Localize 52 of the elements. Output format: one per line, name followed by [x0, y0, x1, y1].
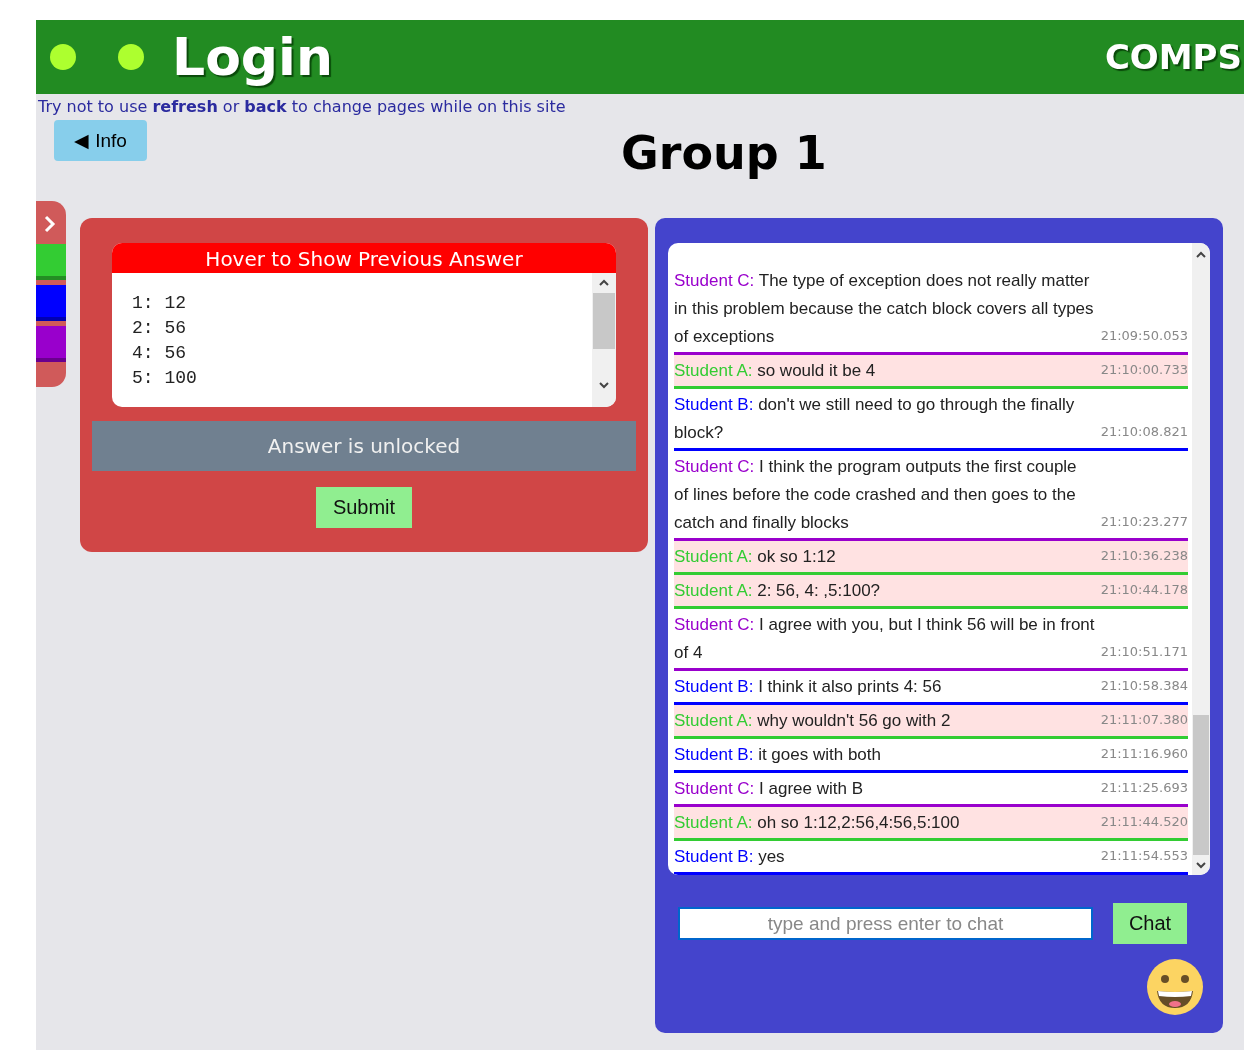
answer-line: 2: 56 — [132, 317, 187, 340]
message-time: 21:10:08.821 — [1100, 424, 1188, 441]
answer-status: Answer is unlocked — [92, 421, 636, 471]
chevron-down-icon[interactable] — [1195, 859, 1207, 871]
submit-button[interactable]: Submit — [316, 487, 412, 528]
chat-input[interactable]: type and press enter to chat — [678, 907, 1093, 940]
message-text: Student A: why wouldn't 56 go with 2 — [674, 710, 952, 732]
message-text: Student C: I agree with you, but I think 56 will be in front of 4 — [674, 614, 1095, 664]
message-time: 21:09:50.053 — [1100, 328, 1188, 345]
message-text: Student A: 2: 56, 4: ,5:100? — [674, 580, 882, 602]
scroll-thumb[interactable] — [593, 293, 615, 349]
message-text: Student C: I agree with B — [674, 778, 864, 800]
answer-line: 5: 100 — [132, 367, 198, 390]
message-time: 21:11:44.520 — [1100, 814, 1188, 831]
message-time: 21:10:51.171 — [1100, 644, 1188, 661]
brand-name: COMPS — [1104, 37, 1242, 77]
smiley-icon[interactable] — [1146, 958, 1204, 1016]
chevron-down-icon[interactable] — [598, 379, 610, 391]
side-tab[interactable] — [36, 285, 66, 321]
message-text: Student B: I think it also prints 4: 56 — [674, 676, 943, 698]
message-time: 21:11:25.693 — [1100, 780, 1188, 797]
message-text: Student A: oh so 1:12,2:56,4:56,5:100 — [674, 812, 961, 834]
message-time: 21:10:44.178 — [1100, 582, 1188, 599]
scroll-thumb[interactable] — [1193, 715, 1209, 855]
notice-text: Try not to use refresh or back to change pages while on this site — [37, 96, 567, 116]
group-title: Group 1 — [621, 126, 827, 180]
message-time: 21:10:36.238 — [1100, 548, 1188, 565]
side-tab[interactable] — [36, 244, 66, 280]
message-text: Student A: so would it be 4 — [674, 360, 877, 382]
chat-button[interactable]: Chat — [1113, 903, 1187, 944]
answer-line: 4: 56 — [132, 342, 187, 365]
status-dot — [50, 44, 76, 70]
message-text: Student B: yes — [674, 846, 786, 868]
side-tab[interactable] — [36, 326, 66, 362]
message-time: 21:10:00.733 — [1100, 362, 1188, 379]
scrollbar[interactable] — [1192, 243, 1210, 875]
message-time: 21:11:07.380 — [1100, 712, 1188, 729]
info-button[interactable]: ◀ Info — [54, 120, 147, 161]
status-dot — [118, 44, 144, 70]
answer-header[interactable]: Hover to Show Previous Answer — [112, 243, 616, 273]
chevron-right-icon[interactable] — [44, 215, 56, 233]
message-time: 21:10:58.384 — [1100, 678, 1188, 695]
message-time: 21:11:54.553 — [1100, 848, 1188, 865]
message-text: Student B: it goes with both — [674, 744, 882, 766]
answer-line: 1: 12 — [132, 292, 187, 315]
message-text: Student A: ok so 1:12 — [674, 546, 837, 568]
answer-field[interactable]: 1: 12 2: 56 4: 56 5: 100 — [112, 273, 616, 407]
message-text: Student B: don't we still need to go through the finally block? — [674, 394, 1076, 444]
message-time: 21:10:23.277 — [1100, 514, 1188, 531]
page-title: Login — [172, 27, 333, 87]
message-time: 21:11:16.960 — [1100, 746, 1188, 763]
scrollbar[interactable] — [592, 273, 616, 407]
